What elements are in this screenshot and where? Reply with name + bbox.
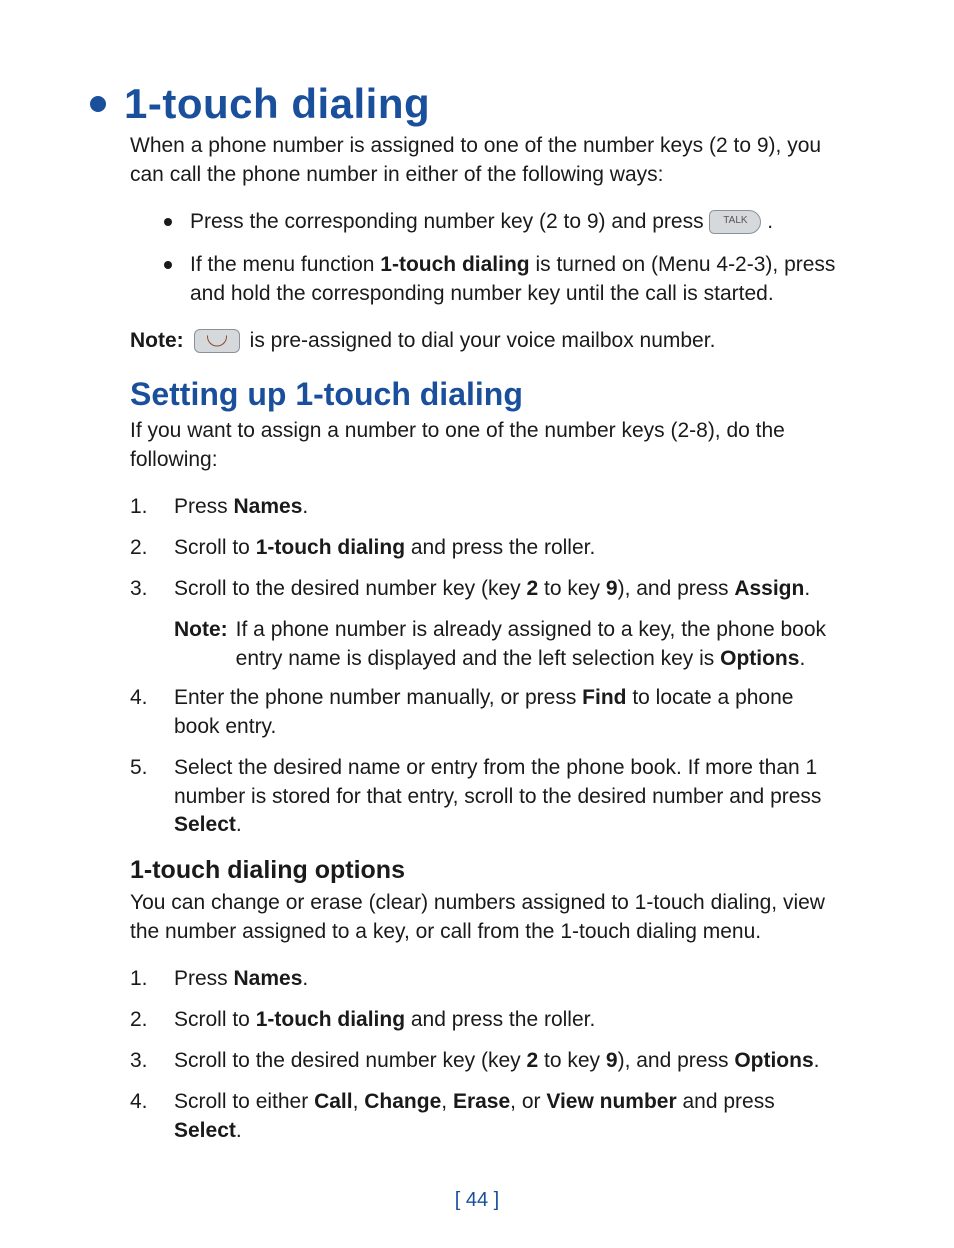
list-item: 4. Scroll to either Call, Change, Erase,… bbox=[130, 1088, 844, 1146]
list-item: 3. Scroll to the desired number key (key… bbox=[130, 1047, 844, 1076]
step-number: 1. bbox=[130, 965, 158, 994]
step-text: Scroll to the desired number key (key 2 … bbox=[174, 1047, 844, 1076]
note-text: is pre-assigned to dial your voice mailb… bbox=[250, 327, 716, 356]
list-item: 1. Press Names. bbox=[130, 965, 844, 994]
step-number: 2. bbox=[130, 1006, 158, 1035]
step-number: 2. bbox=[130, 534, 158, 563]
step-text: Press Names. bbox=[174, 965, 844, 994]
step-number: 5. bbox=[130, 754, 158, 841]
sub-note: Note: If a phone number is already assig… bbox=[174, 616, 844, 674]
heading-3: 1-touch dialing options bbox=[130, 856, 844, 885]
heading-bullet-icon bbox=[90, 96, 106, 112]
step-number: 1. bbox=[130, 493, 158, 522]
list-item-text: Press the corresponding number key (2 to… bbox=[190, 208, 773, 237]
list-item: 4. Enter the phone number manually, or p… bbox=[130, 684, 844, 742]
step-text: Select the desired name or entry from th… bbox=[174, 754, 844, 841]
heading-2: Setting up 1-touch dialing bbox=[130, 376, 844, 413]
step-number: 4. bbox=[130, 1088, 158, 1146]
step-number: 4. bbox=[130, 684, 158, 742]
step-number: 3. bbox=[130, 575, 158, 604]
step-text: Enter the phone number manually, or pres… bbox=[174, 684, 844, 742]
bullet-icon bbox=[164, 218, 172, 226]
step-number: 3. bbox=[130, 1047, 158, 1076]
list-item: 5. Select the desired name or entry from… bbox=[130, 754, 844, 841]
options-intro: You can change or erase (clear) numbers … bbox=[130, 889, 844, 947]
list-item: 3. Scroll to the desired number key (key… bbox=[130, 575, 844, 604]
options-steps-list: 1. Press Names. 2. Scroll to 1-touch dia… bbox=[130, 965, 844, 1146]
intro-paragraph: When a phone number is assigned to one o… bbox=[130, 132, 844, 190]
list-item: 2. Scroll to 1-touch dialing and press t… bbox=[130, 1006, 844, 1035]
list-item: Press the corresponding number key (2 to… bbox=[164, 208, 844, 237]
document-page: 1-touch dialing When a phone number is a… bbox=[0, 0, 954, 1248]
heading-1-row: 1-touch dialing bbox=[90, 80, 844, 128]
list-item: If the menu function 1-touch dialing is … bbox=[164, 251, 844, 309]
sub-note-text: If a phone number is already assigned to… bbox=[236, 616, 844, 674]
note-label: Note: bbox=[130, 327, 184, 356]
list-item-text: If the menu function 1-touch dialing is … bbox=[190, 251, 844, 309]
setup-steps-list: 1. Press Names. 2. Scroll to 1-touch dia… bbox=[130, 493, 844, 841]
step-text: Scroll to 1-touch dialing and press the … bbox=[174, 534, 844, 563]
setup-intro: If you want to assign a number to one of… bbox=[130, 417, 844, 475]
step-text: Scroll to either Call, Change, Erase, or… bbox=[174, 1088, 844, 1146]
step-text: Press Names. bbox=[174, 493, 844, 522]
step-text: Scroll to the desired number key (key 2 … bbox=[174, 575, 844, 604]
list-item: 2. Scroll to 1-touch dialing and press t… bbox=[130, 534, 844, 563]
heading-1: 1-touch dialing bbox=[124, 80, 430, 128]
bullet-icon bbox=[164, 261, 172, 269]
step-text: Scroll to 1-touch dialing and press the … bbox=[174, 1006, 844, 1035]
list-item: 1. Press Names. bbox=[130, 493, 844, 522]
talk-key-icon: TALK bbox=[709, 210, 761, 234]
sub-note-label: Note: bbox=[174, 616, 228, 674]
ways-list: Press the corresponding number key (2 to… bbox=[130, 208, 844, 309]
note-row: Note: is pre-assigned to dial your voice… bbox=[130, 327, 844, 356]
page-number: [ 44 ] bbox=[0, 1189, 954, 1212]
voicemail-key-icon bbox=[194, 329, 240, 353]
